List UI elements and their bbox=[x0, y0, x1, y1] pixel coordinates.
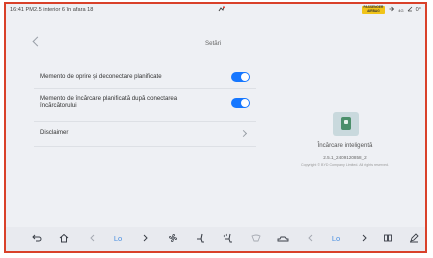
seat-icon[interactable] bbox=[194, 233, 208, 243]
charger-icon bbox=[341, 117, 351, 130]
back-button[interactable] bbox=[32, 36, 43, 47]
setting-label: Disclaimer bbox=[40, 129, 69, 136]
chevron-right-icon bbox=[239, 129, 248, 138]
fan-icon[interactable] bbox=[166, 233, 180, 243]
temp-right-down-icon[interactable] bbox=[304, 233, 318, 243]
back-nav-icon[interactable] bbox=[30, 233, 44, 243]
scheduled-charge-toggle[interactable] bbox=[231, 98, 250, 108]
air-recirculation-icon[interactable] bbox=[276, 233, 290, 243]
right-temp-value: Lo bbox=[331, 234, 341, 243]
setting-label: Memento de oprire și deconectare planifi… bbox=[40, 73, 162, 80]
scheduled-stop-toggle[interactable] bbox=[231, 72, 250, 82]
left-temp-value: Lo bbox=[113, 234, 123, 243]
airbag-line2: AIRBAG bbox=[367, 9, 380, 13]
home-icon[interactable] bbox=[57, 233, 71, 243]
setting-row-scheduled-stop: Memento de oprire și deconectare planifi… bbox=[34, 64, 256, 89]
temp-left-up-icon[interactable] bbox=[138, 233, 152, 243]
temp-left-down-icon[interactable] bbox=[86, 233, 100, 243]
status-right-group: PASSENGER AIRBAG 4G 0° bbox=[361, 6, 421, 14]
charging-app-icon bbox=[333, 112, 359, 136]
toggle-knob bbox=[241, 73, 249, 81]
signal-label: 4G bbox=[398, 7, 404, 13]
setting-label-line2: încărcătorului bbox=[40, 102, 77, 110]
page-title: Setări bbox=[205, 40, 222, 47]
passenger-airbag-indicator: PASSENGER AIRBAG bbox=[361, 6, 386, 14]
split-screen-icon[interactable] bbox=[381, 233, 395, 243]
setting-row-disclaimer[interactable]: Disclaimer bbox=[34, 122, 256, 147]
seat-heating-icon[interactable] bbox=[221, 233, 235, 243]
setting-label: Memento de încărcare planificată după co… bbox=[40, 95, 177, 110]
connectivity-icon bbox=[388, 6, 395, 14]
edit-icon[interactable] bbox=[407, 233, 421, 243]
app-name: Încărcare inteligentă bbox=[317, 142, 373, 149]
app-version: 2.5.1_2409120858_2 bbox=[323, 155, 367, 160]
temp-right-up-icon[interactable] bbox=[357, 233, 371, 243]
notification-icon bbox=[218, 6, 225, 13]
setting-label-line1: Memento de încărcare planificată după co… bbox=[40, 95, 178, 102]
status-bar: 16:41 PM2.5 interior 6 în afara 18 PASSE… bbox=[6, 4, 425, 17]
copyright-text: Copyright © BYD Company Limited. All rig… bbox=[301, 163, 389, 167]
status-text: 16:41 PM2.5 interior 6 în afara 18 bbox=[10, 7, 94, 13]
screen-frame: 16:41 PM2.5 interior 6 în afara 18 PASSE… bbox=[4, 2, 427, 253]
toggle-knob bbox=[241, 99, 249, 107]
temperature-label: 0° bbox=[415, 7, 421, 13]
bottom-nav-bar: Lo Lo bbox=[6, 227, 425, 251]
windshield-defrost-icon[interactable] bbox=[249, 233, 263, 243]
setting-row-scheduled-charge: Memento de încărcare planificată după co… bbox=[34, 89, 256, 122]
temperature-icon bbox=[407, 6, 413, 14]
